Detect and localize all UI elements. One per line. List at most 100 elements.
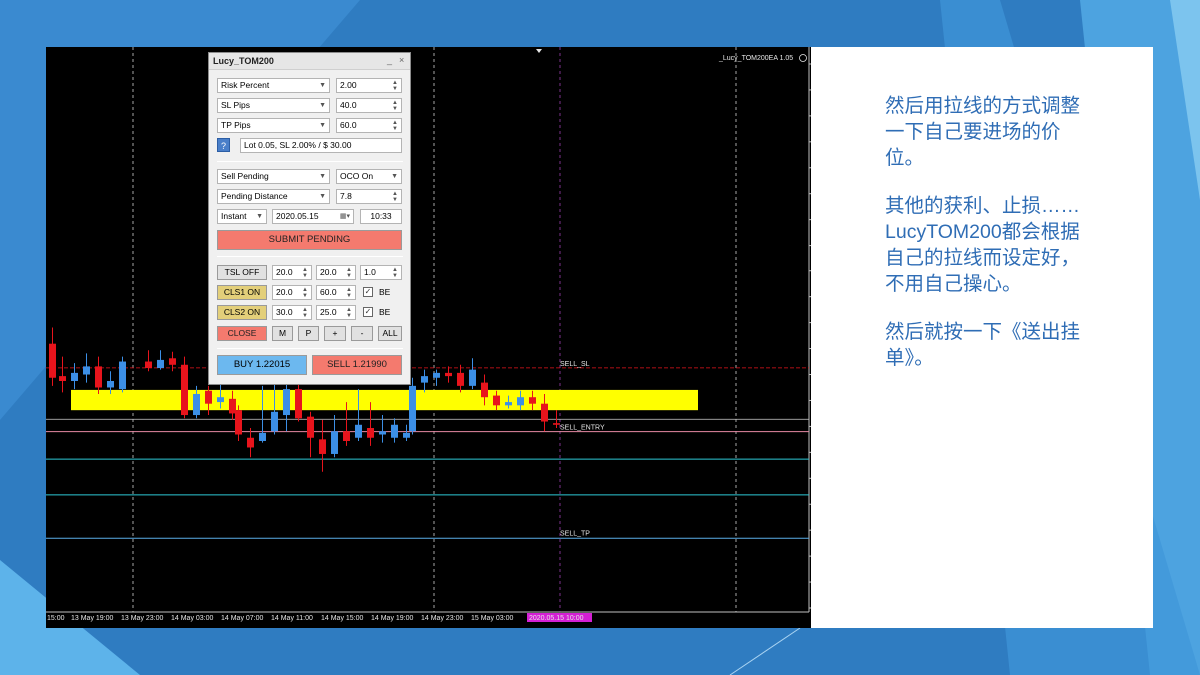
candle-body — [95, 366, 102, 388]
chevron-down-icon: ▼ — [391, 173, 398, 180]
candle-body — [457, 372, 464, 386]
time-tick-label: 14 May 11:00 — [271, 615, 313, 622]
sell-tp-label: SELL_TP — [560, 530, 590, 537]
candle-body — [217, 397, 224, 403]
candle-body — [49, 343, 56, 378]
close-all-button[interactable]: ALL — [378, 326, 402, 341]
time-tick-label: 14 May 23:00 — [421, 615, 464, 622]
candle-body — [505, 402, 512, 406]
close-icon[interactable]: × — [399, 55, 404, 65]
candle-body — [355, 424, 362, 438]
panel-titlebar[interactable]: Lucy_TOM200 _ × — [209, 53, 410, 70]
sl-mode-select[interactable]: SL Pips ▼ — [217, 98, 330, 113]
candle-body — [169, 358, 176, 365]
mt4-chart[interactable]: 1.241851.240251.238651.237051.235451.233… — [46, 47, 811, 628]
time-tick-label: 14 May 07:00 — [221, 615, 264, 622]
time-tick-label: 15 May 03:00 — [471, 615, 514, 622]
close-p-button[interactable]: P — [298, 326, 319, 341]
order-type-select[interactable]: Sell Pending ▼ — [217, 169, 330, 184]
candle-body — [469, 369, 476, 386]
sell-button[interactable]: SELL 1.21990 — [312, 355, 402, 375]
divider — [217, 161, 403, 162]
chevron-down-icon: ▼ — [319, 193, 326, 200]
candle-body — [409, 385, 416, 432]
candle-body — [307, 416, 314, 438]
tp-mode-value: TP Pips — [221, 120, 251, 130]
cls1-toggle-button[interactable]: CLS1 ON — [217, 285, 267, 300]
help-icon[interactable]: ? — [217, 138, 230, 152]
close-plus-button[interactable]: + — [324, 326, 346, 341]
candle-body — [119, 361, 126, 390]
candle-body — [205, 390, 212, 404]
shift-marker-icon — [536, 49, 542, 53]
note-paragraph: 然后用拉线的方式调整 一下自己要进场的价 位。 — [885, 95, 1081, 169]
spin-icon: ▲ ▼ — [302, 287, 308, 299]
candle-body — [193, 393, 200, 416]
candle-body — [145, 361, 152, 369]
time-field[interactable]: 10:33 — [360, 209, 402, 224]
candle-body — [403, 432, 410, 438]
divider — [217, 348, 403, 349]
exec-mode-select[interactable]: Instant ▼ — [217, 209, 267, 224]
slide-card: 1.241851.240251.238651.237051.235451.233… — [46, 47, 1153, 628]
spin-icon: ▲ ▼ — [346, 267, 352, 279]
time-tick-label: 14 May 19:00 — [371, 615, 414, 622]
candle-body — [271, 411, 278, 432]
cls1-percent-value: 60.0 — [320, 287, 337, 297]
candle-body — [379, 431, 386, 435]
close-minus-button[interactable]: - — [351, 326, 373, 341]
sl-value-stepper[interactable]: 40.0 ▲ ▼ — [336, 98, 402, 113]
cls1-be-checkbox[interactable]: ✓ — [363, 287, 373, 297]
candle-body — [541, 403, 548, 422]
cls2-trigger-stepper[interactable]: 30.0 ▲ ▼ — [272, 305, 312, 320]
pending-mode-select[interactable]: Pending Distance ▼ — [217, 189, 330, 204]
submit-pending-button[interactable]: SUBMIT PENDING — [217, 230, 402, 250]
cls2-toggle-button[interactable]: CLS2 ON — [217, 305, 267, 320]
cls1-trigger-stepper[interactable]: 20.0 ▲ ▼ — [272, 285, 312, 300]
date-picker[interactable]: 2020.05.15 ▦▾ — [272, 209, 354, 224]
time-tick-label: 14 May 15:00 — [321, 615, 364, 622]
tp-mode-select[interactable]: TP Pips ▼ — [217, 118, 330, 133]
cls2-be-checkbox[interactable]: ✓ — [363, 307, 373, 317]
pending-value: 7.8 — [340, 191, 352, 201]
ea-trade-panel[interactable]: Lucy_TOM200 _ × Risk Percent ▼ 2.00 ▲ ▼ SL … — [208, 52, 411, 385]
candle-body — [481, 382, 488, 398]
tsl-row: TSL OFF 20.0 ▲ ▼ 20.0 ▲ ▼ 1.0 ▲ ▼ — [217, 265, 403, 280]
spin-icon: ▲ ▼ — [392, 120, 398, 132]
time-tick-label: 14 May 03:00 — [171, 615, 214, 622]
cls2-row: CLS2 ON 30.0 ▲ ▼ 25.0 ▲ ▼ ✓ BE — [217, 305, 403, 320]
sl-row: SL Pips ▼ 40.0 ▲ ▼ — [217, 98, 403, 113]
sl-mode-value: SL Pips — [221, 100, 250, 110]
tsl-step-stepper[interactable]: 1.0 ▲ ▼ — [360, 265, 402, 280]
close-row: CLOSE M P + - ALL — [217, 326, 403, 341]
close-button[interactable]: CLOSE — [217, 326, 267, 341]
pending-value-stepper[interactable]: 7.8 ▲ ▼ — [336, 189, 402, 204]
tsl-toggle-button[interactable]: TSL OFF — [217, 265, 267, 280]
minimize-icon[interactable]: _ — [387, 55, 392, 65]
chevron-down-icon: ▼ — [319, 122, 326, 129]
risk-mode-select[interactable]: Risk Percent ▼ — [217, 78, 330, 93]
cls1-percent-stepper[interactable]: 60.0 ▲ ▼ — [316, 285, 356, 300]
candle-body — [319, 439, 326, 454]
chart-canvas[interactable]: 1.241851.240251.238651.237051.235451.233… — [46, 47, 811, 628]
ea-label: _Lucy_TOM200EA 1.05 — [718, 55, 793, 62]
lot-info-row: ? Lot 0.05, SL 2.00% / $ 30.00 — [217, 138, 403, 153]
tp-value-stepper[interactable]: 60.0 ▲ ▼ — [336, 118, 402, 133]
buy-button[interactable]: BUY 1.22015 — [217, 355, 307, 375]
tsl-distance-value: 20.0 — [320, 267, 337, 277]
candle-body — [181, 364, 188, 416]
price-zone — [71, 389, 698, 411]
tsl-distance-stepper[interactable]: 20.0 ▲ ▼ — [316, 265, 356, 280]
risk-value-stepper[interactable]: 2.00 ▲ ▼ — [336, 78, 402, 93]
cls2-percent-value: 25.0 — [320, 307, 337, 317]
cls2-percent-stepper[interactable]: 25.0 ▲ ▼ — [316, 305, 356, 320]
close-m-button[interactable]: M — [272, 326, 293, 341]
candle-body — [229, 398, 236, 414]
tp-row: TP Pips ▼ 60.0 ▲ ▼ — [217, 118, 403, 133]
oco-select[interactable]: OCO On ▼ — [336, 169, 402, 184]
panel-title: Lucy_TOM200 — [213, 56, 274, 66]
exec-mode-value: Instant — [221, 211, 247, 221]
spin-icon: ▲ ▼ — [302, 267, 308, 279]
trade-row: BUY 1.22015 SELL 1.21990 — [217, 355, 403, 375]
tsl-start-stepper[interactable]: 20.0 ▲ ▼ — [272, 265, 312, 280]
